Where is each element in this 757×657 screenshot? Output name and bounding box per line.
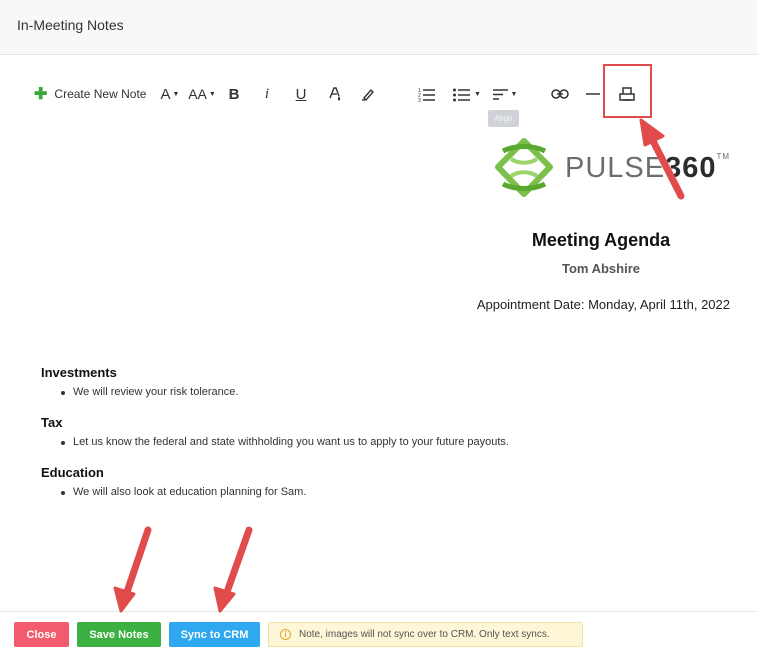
text-color-icon [329,87,341,101]
create-new-note-button[interactable]: ✚ Create New Note [34,78,146,110]
align-tooltip: Align [488,110,519,127]
footer-bar: Close Save Notes Sync to CRM i Note, ima… [0,611,757,657]
font-color-button[interactable]: A ▼ [156,78,184,110]
arrow-to-save [113,526,152,613]
save-notes-button[interactable]: Save Notes [77,622,161,647]
highlighter-icon [362,88,374,102]
info-icon: i [280,629,291,640]
sync-note-banner: i Note, images will not sync over to CRM… [268,622,583,647]
section-heading-tax: Tax [41,415,63,430]
logo-mark-icon [495,138,553,197]
bulleted-list-icon [453,88,471,101]
italic-icon: i [264,85,270,102]
create-new-note-label: Create New Note [54,87,147,101]
horizontal-rule-icon [586,93,600,95]
list-item: Let us know the federal and state withho… [61,436,509,448]
section-heading-investments: Investments [41,365,117,380]
header: In-Meeting Notes [0,0,757,55]
font-size-button[interactable]: AA ▼ [187,78,217,110]
agenda-title: Meeting Agenda [531,230,671,250]
numbered-list-icon: 123 [418,88,435,102]
underline-button[interactable]: U [290,78,312,110]
bold-button[interactable]: B [224,78,244,110]
font-size-icon: AA [188,86,207,102]
numbered-list-button[interactable]: 123 [415,78,437,110]
text-color-button[interactable] [325,78,345,110]
arrow-to-sync [213,526,253,613]
list-item: We will also look at education planning … [60,486,307,498]
font-color-icon: A [160,85,171,103]
client-name: Tom Abshire [561,261,640,276]
highlight-button[interactable] [358,78,378,110]
close-button[interactable]: Close [14,622,69,647]
bulleted-list-button[interactable]: ▼ [449,78,485,110]
align-icon [492,88,508,100]
underline-icon: U [295,85,307,103]
sync-note-text: Note, images will not sync over to CRM. … [299,629,550,640]
link-icon [551,89,569,99]
appointment-date: Appointment Date: Monday, April 11th, 20… [476,297,730,312]
bold-icon: B [228,85,240,103]
list-item: We will review your risk tolerance. [60,386,239,398]
logo-wordmark: PULSE360TM [565,152,731,184]
svg-text:3: 3 [418,98,421,102]
horizontal-rule-button[interactable] [583,78,603,110]
page-title: In-Meeting Notes [17,17,124,33]
link-button[interactable] [548,78,572,110]
print-highlight-box [603,64,652,118]
section-heading-education: Education [41,465,104,480]
plus-icon: ✚ [34,86,48,103]
italic-button[interactable]: i [257,78,277,110]
sync-to-crm-button[interactable]: Sync to CRM [169,622,260,647]
align-button[interactable]: ▼ [490,78,520,110]
pulse360-logo: PULSE360TM [493,138,729,198]
